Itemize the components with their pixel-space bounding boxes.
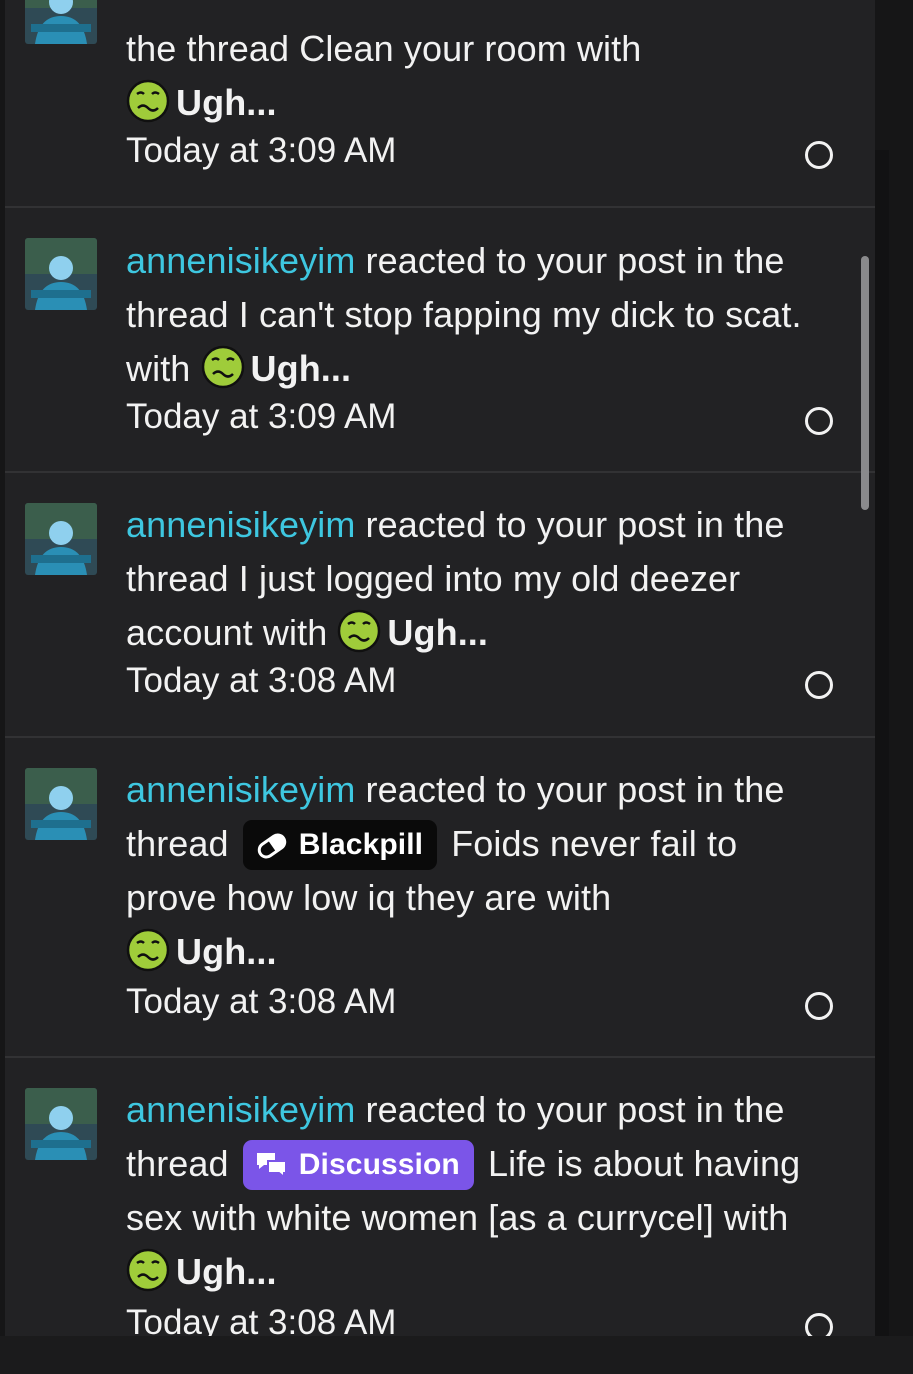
avatar[interactable] [25,238,97,310]
notification-item[interactable]: the thread Clean your room with Ugh... T… [5,0,875,208]
nauseated-face-icon [337,609,381,653]
nauseated-face-icon [126,1248,170,1292]
notification-item[interactable]: annenisikeyim reacted to your post in th… [5,1058,875,1336]
avatar[interactable] [25,768,97,840]
action-text: reacted to your post in [355,504,725,545]
timestamp: Today at 3:09 AM [126,397,397,436]
timestamp: Today at 3:08 AM [126,1303,397,1336]
circle-outline-icon[interactable] [805,141,833,169]
prefix-label: Discussion [298,1148,460,1181]
action-text: reacted to your post in [355,240,725,281]
avatar[interactable] [25,1088,97,1160]
reaction-label: Ugh... [387,612,489,653]
username-link[interactable]: annenisikeyim [126,769,355,810]
reaction-label: Ugh... [176,931,277,972]
reaction-label: Ugh... [176,82,277,123]
timestamp: Today at 3:09 AM [126,131,397,170]
bottom-bar [0,1336,913,1374]
avatar[interactable] [25,0,97,44]
notification-text: annenisikeyim reacted to your post in th… [126,1083,816,1299]
nauseated-face-icon [126,928,170,972]
reaction-label: Ugh... [250,348,352,389]
nauseated-face-icon [126,79,170,123]
avatar[interactable] [25,503,97,575]
reaction-label: Ugh... [176,1251,277,1292]
username-link[interactable]: annenisikeyim [126,504,355,545]
nauseated-face-icon [201,345,245,389]
notification-text: the thread Clean your room with Ugh... [126,22,816,130]
action-text: reacted to your post in [355,1089,725,1130]
page-edge [875,150,889,1374]
scrollbar-thumb[interactable] [861,256,869,510]
username-link[interactable]: annenisikeyim [126,240,355,281]
prefix-badge-blackpill[interactable]: Blackpill [242,820,438,870]
timestamp: Today at 3:08 AM [126,661,397,700]
username-link[interactable]: annenisikeyim [126,1089,355,1130]
notification-item[interactable]: annenisikeyim reacted to your post in th… [5,473,875,738]
prefix-label: Blackpill [298,828,424,861]
timestamp: Today at 3:08 AM [126,982,397,1021]
notification-item[interactable]: annenisikeyim reacted to your post in th… [5,208,875,473]
chat-bubbles-icon [255,1146,289,1196]
action-text: reacted to your post in [355,769,725,810]
circle-outline-icon[interactable] [805,407,833,435]
circle-outline-icon[interactable] [805,671,833,699]
pill-icon [255,826,289,876]
notification-text: annenisikeyim reacted to your post in th… [126,234,816,396]
notification-item[interactable]: annenisikeyim reacted to your post in th… [5,738,875,1058]
thread-line[interactable]: the thread Clean your room with [126,28,641,69]
prefix-badge-discussion[interactable]: Discussion [242,1140,474,1190]
notifications-panel: the thread Clean your room with Ugh... T… [5,0,875,1336]
circle-outline-icon[interactable] [805,992,833,1020]
notification-text: annenisikeyim reacted to your post in th… [126,498,816,660]
circle-outline-icon[interactable] [805,1313,833,1336]
notification-text: annenisikeyim reacted to your post in th… [126,763,816,979]
